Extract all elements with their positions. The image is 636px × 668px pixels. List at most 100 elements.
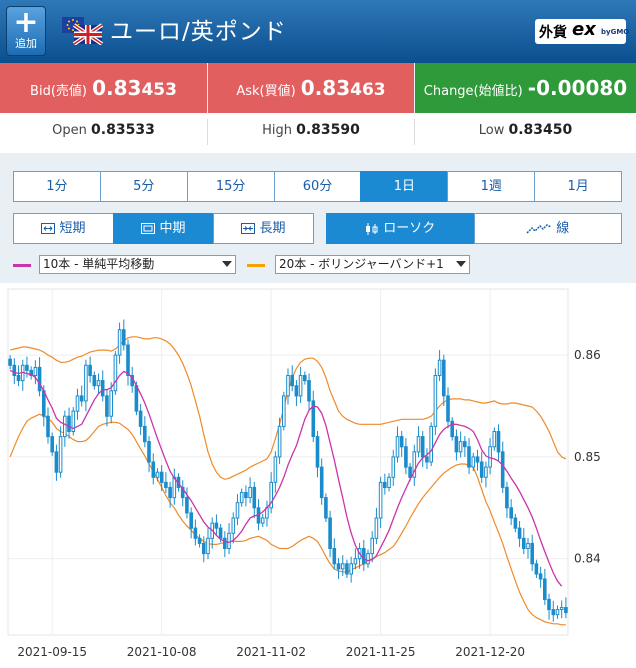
candle-body (235, 502, 240, 519)
candle-body (315, 436, 320, 468)
candle-body (564, 607, 568, 614)
candle-body (134, 385, 139, 412)
candle-body (294, 385, 299, 397)
candle-body (84, 364, 88, 402)
candle-body (543, 578, 547, 600)
candle-body (408, 466, 412, 478)
tab-range-long[interactable]: 長期 (213, 213, 314, 244)
bid-value-main: 0.83 (92, 76, 142, 100)
candle-body (277, 425, 282, 458)
add-button[interactable]: + 追加 (6, 6, 46, 56)
candle-body (450, 420, 454, 438)
ask-value-main: 0.83 (300, 76, 351, 100)
candle-body (475, 456, 480, 463)
candle-body (100, 380, 105, 397)
candle-body (8, 358, 12, 366)
candle-body (54, 451, 59, 473)
candle-body (509, 507, 513, 519)
tab-timeframe-1week[interactable]: 1週 (447, 171, 535, 202)
pair-title: ユーロ/英ポンド (110, 19, 287, 45)
brand-logo-part1: 外貨 (539, 25, 567, 41)
tab-timeframe-1min[interactable]: 1分 (13, 171, 100, 202)
tab-timeframe-1day[interactable]: 1日 (360, 171, 448, 202)
x-tick-label: 2021-12-20 (455, 645, 525, 659)
candle-body (113, 354, 118, 392)
candle-body (138, 410, 143, 427)
candle-body (16, 375, 21, 382)
candle-body (513, 517, 518, 529)
candle-body (88, 364, 92, 377)
candle-body (559, 607, 564, 610)
candle-body (143, 425, 147, 443)
change-panel: Change(始値比) -0.00080 (415, 63, 636, 113)
candle-body (214, 522, 219, 529)
ma-indicator-select[interactable]: 10本 - 単純平均移動 (39, 255, 236, 274)
bid-price-panel: Bid(売値) 0.83453 (0, 63, 207, 113)
eur-gbp-flag-icon (62, 17, 104, 45)
tab-timeframe-60min[interactable]: 60分 (273, 171, 361, 202)
tab-range-short[interactable]: 短期 (13, 213, 113, 244)
candle-body (147, 441, 151, 463)
bb-indicator-select[interactable]: 20本 - ボリンジャーバンド+1 (275, 255, 470, 274)
candle-body (538, 573, 543, 580)
candle-body (319, 466, 324, 499)
candle-body (75, 395, 80, 412)
tab-timeframe-5min[interactable]: 5分 (99, 171, 187, 202)
bb-indicator-label: 20本 - ボリンジャーバンド+1 (279, 257, 444, 271)
ma-color-swatch (13, 264, 31, 267)
candle-body (12, 364, 17, 377)
tab-timeframe-15min[interactable]: 15分 (186, 171, 274, 202)
bid-label: Bid(売値) (30, 84, 87, 99)
candle-body (437, 359, 442, 376)
open-value-tail: 533 (125, 122, 155, 138)
candle-body (223, 537, 227, 550)
bid-value: 0.83453 (92, 76, 177, 100)
candle-body (383, 481, 387, 488)
candle-body (370, 537, 374, 555)
candle-body (290, 375, 294, 387)
candle-body (189, 512, 193, 529)
candle-body (534, 563, 539, 575)
low-value-main: 0.83 (508, 122, 544, 138)
candle-body (50, 436, 55, 453)
candle-body (551, 609, 556, 616)
tab-timeframe-1month[interactable]: 1月 (534, 171, 623, 202)
candle-body (420, 436, 425, 458)
low-label: Low (478, 123, 505, 138)
bid-value-tail: 453 (141, 80, 177, 100)
candle-body (185, 497, 189, 514)
high-value-tail: 590 (330, 122, 360, 138)
open-stat: Open 0.83533 (0, 113, 207, 153)
candle-body (227, 532, 231, 549)
candle-body (395, 436, 400, 458)
candle-body (206, 537, 210, 555)
candle-body (96, 380, 101, 387)
high-stat: High 0.83590 (208, 113, 414, 153)
candle-body (122, 329, 126, 346)
x-tick-label: 2021-09-15 (17, 645, 87, 659)
ask-value: 0.83463 (301, 76, 386, 100)
candlestick-icon (366, 222, 378, 235)
candle-body (378, 481, 383, 519)
candle-body (37, 366, 42, 392)
candle-body (286, 375, 290, 397)
candle-body (399, 436, 404, 448)
tab-type-candlestick-label: ローソク (383, 221, 436, 236)
candle-body (324, 497, 328, 519)
candle-body (446, 395, 450, 422)
range-tabs: 短期 中期 長期 (13, 213, 314, 244)
candle-body (164, 481, 168, 488)
tab-type-line[interactable]: 線 (473, 213, 622, 244)
tab-range-mid[interactable]: 中期 (113, 213, 213, 244)
candle-body (46, 415, 50, 438)
candle-body (273, 456, 278, 483)
ask-label: Ask(買値) (236, 84, 296, 99)
candle-body (282, 395, 286, 427)
candle-body (505, 486, 509, 509)
price-chart[interactable]: 0.86 0.85 0.84 2021-09-15 2021-10-08 2021-11-… (0, 283, 636, 668)
tab-range-short-label: 短期 (59, 221, 86, 236)
candlestick-chart[interactable]: 0.86 0.85 0.84 2021-09-15 2021-10-08 2021-11-… (0, 283, 636, 668)
candle-body (332, 548, 337, 565)
tab-type-candlestick[interactable]: ローソク (326, 213, 474, 244)
candle-body (126, 344, 130, 376)
